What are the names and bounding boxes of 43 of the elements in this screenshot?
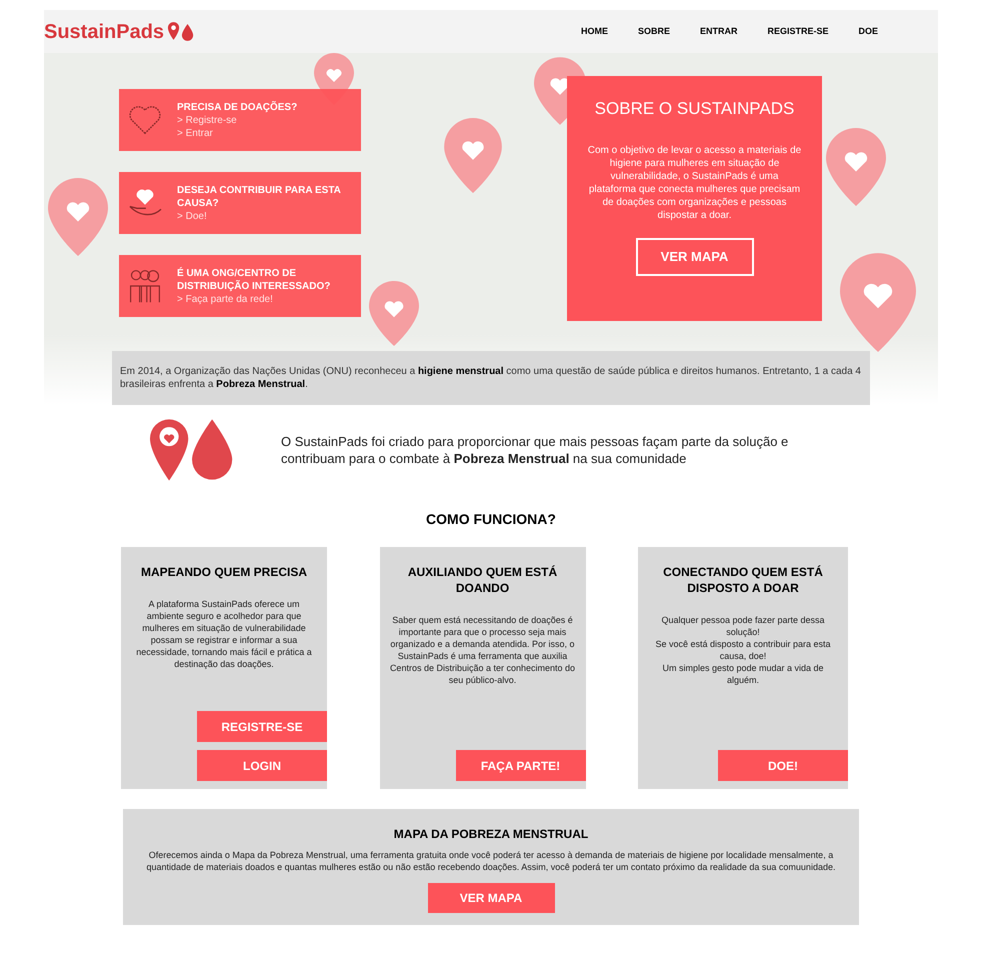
feature-title: MAPEANDO QUEM PRECISA <box>140 564 308 580</box>
nav-link[interactable]: HOME <box>580 24 608 38</box>
nav-link[interactable]: REGISTRE-SE <box>767 24 828 38</box>
card-title: É UMA ONG/CENTRO DE DISTRIBUIÇÃO INTERESSADO? <box>177 266 332 292</box>
feature-text: A plataforma SustainPads oferece um ambiente seguro e acolhedor para que mulheres em situação de vulnerabilidade possam se registrar e informar a sua necessidade, tornando mais fácil e prática a destinação das doações. <box>135 598 313 670</box>
map-pin-icon <box>826 128 886 206</box>
notice-text: Em 2014, a Organização das Nações Unidas (ONU) reconheceu a higiene menstrual como uma questão de saúde pública e direitos humanos. Entretanto, 1 a cada 4 brasileiras enfrenta a Pobreza Menstrual. <box>120 365 862 391</box>
site-logo[interactable]: SustainPads <box>44 16 164 46</box>
about-text: Com o objetivo de levar o acesso a materiais de higiene para mulheres em situação de vulnerabilidade, o SustainPads é uma plataforma que conecta mulheres que precisam de doações com organizações e pessoas dispostar a doar. <box>587 144 802 222</box>
map-section-title: MAPA DA POBREZA MENSTRUAL <box>394 826 588 843</box>
call-to-action-card[interactable]: DESEJA CONTRIBUIR PARA ESTA CAUSA? > Doe! <box>119 172 361 234</box>
action-button[interactable]: DOE! <box>718 750 848 781</box>
feature-title: CONECTANDO QUEM ESTÁ DISPOSTO A DOAR <box>662 564 824 596</box>
nav-link[interactable]: DOE <box>858 24 878 38</box>
pin-and-drop-icon <box>167 22 196 41</box>
map-pin-icon <box>369 281 419 346</box>
feature-text: Qualquer pessoa pode fazer parte dessa solução! Se você está disposto a contribuir para esta causa, doe! Um simples gesto pode mudar a vida de alguém. <box>654 614 832 686</box>
action-button[interactable]: LOGIN <box>197 750 327 781</box>
view-map-button[interactable]: VER MAPA <box>636 238 754 276</box>
card-title: PRECISA DE DOAÇÕES? <box>177 100 298 114</box>
map-pin-icon <box>444 118 502 193</box>
feature-title: AUXILIANDO QUEM ESTÁ DOANDO <box>406 564 558 596</box>
nav-link[interactable]: ENTRAR <box>700 24 738 38</box>
call-to-action-card[interactable]: É UMA ONG/CENTRO DE DISTRIBUIÇÃO INTERESSADO? > Faça parte da rede! <box>119 255 361 317</box>
map-pin-icon <box>840 253 916 352</box>
view-map-button[interactable]: VER MAPA <box>428 883 554 913</box>
map-section-text: Oferecemos ainda o Mapa da Pobreza Menstrual, uma ferramenta gratuita onde você poderá ter acesso à demanda de materiais de higiene por localidade mensalmente, a quantidade de materiais doados e quantas mulheres estão ou não estão recebendo doações. Assim, você poderá ter um contato próximo da realidade da sua comuunidade. <box>146 849 836 873</box>
card-link[interactable]: > Entrar <box>177 126 298 140</box>
people-icon <box>127 268 163 304</box>
call-to-action-card[interactable]: PRECISA DE DOAÇÕES? > Registre-se > Entrar <box>119 89 361 151</box>
map-pin-icon <box>48 178 108 256</box>
action-button[interactable]: FAÇA PARTE! <box>456 750 586 781</box>
heart-outline-icon <box>127 104 163 136</box>
action-button[interactable]: REGISTRE-SE <box>197 711 327 742</box>
card-link[interactable]: > Faça parte da rede! <box>177 292 353 306</box>
card-title: DESEJA CONTRIBUIR PARA ESTA CAUSA? <box>177 184 342 210</box>
intro-text: O SustainPads foi criado para proporcionar que mais pessoas façam parte da solução e contribuam para o combate à Pobreza Menstrual na sua comunidade <box>281 433 790 467</box>
card-link[interactable]: > Registre-se <box>177 114 298 126</box>
nav-link[interactable]: SOBRE <box>638 24 670 38</box>
section-title: COMO FUNCIONA? <box>425 510 557 529</box>
feature-text: Saber quem está necessitando de doações é importante para que o processo seja mais organizado e a demanda atendida. Por isso, o SustainPads é uma ferramenta que auxilia Centros de Distribuição a ter conhecimento do seu público-alvo. <box>390 614 576 686</box>
card-link[interactable]: > Doe! <box>177 210 353 222</box>
about-title: SOBRE O SUSTAINPADS <box>594 98 794 120</box>
